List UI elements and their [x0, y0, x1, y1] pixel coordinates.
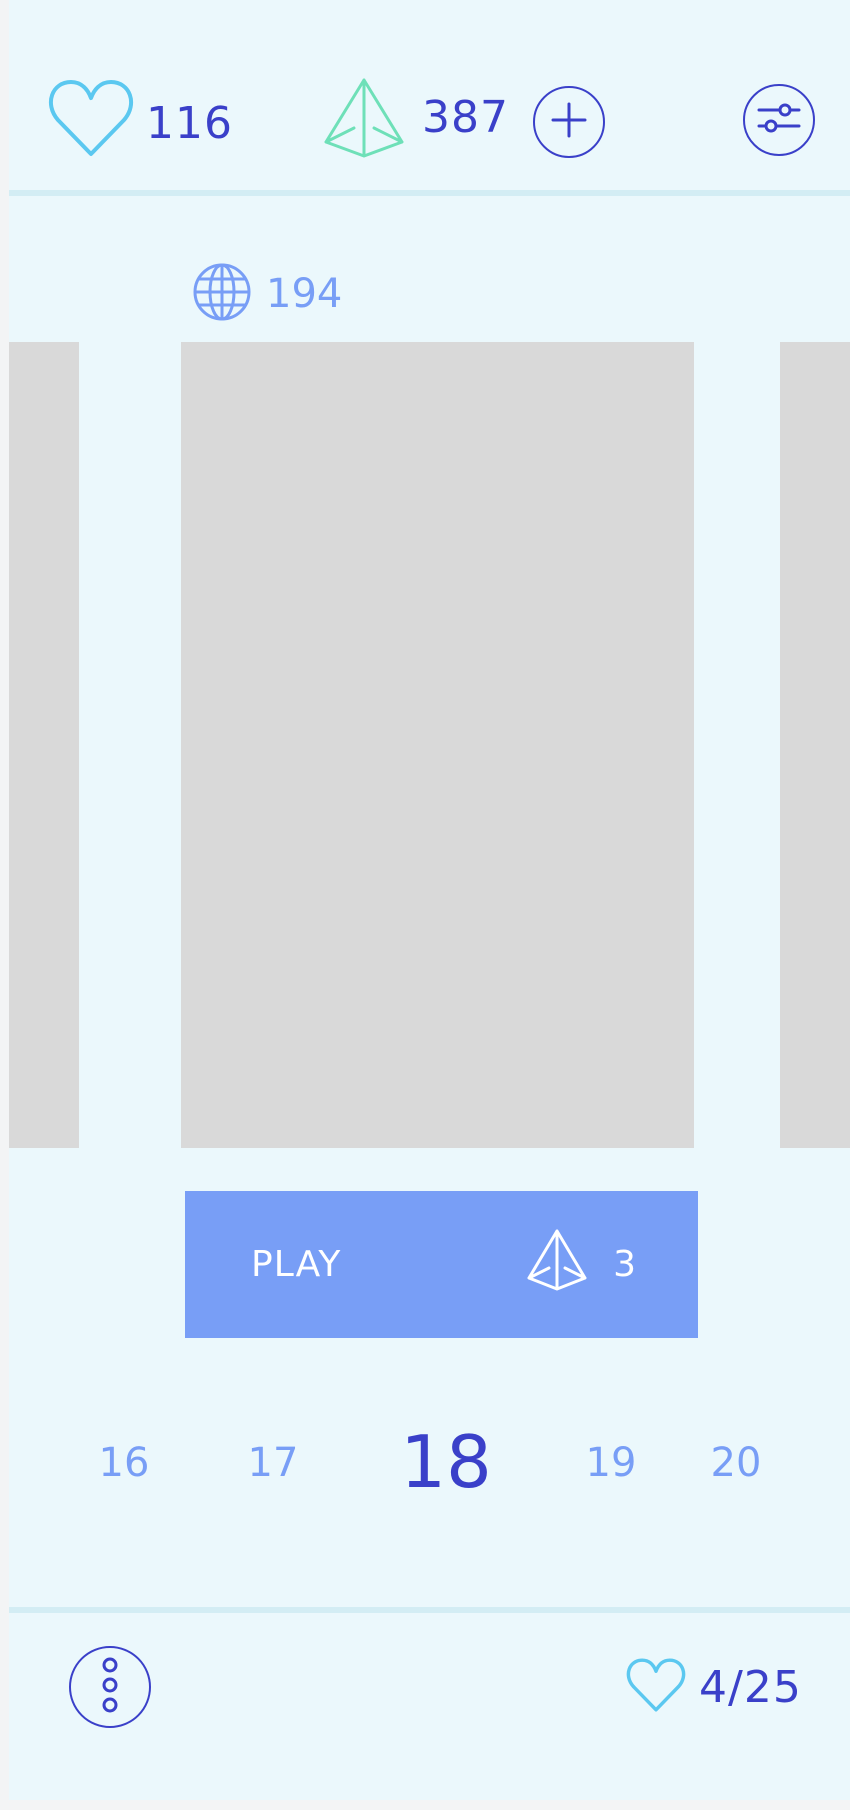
more-vertical-icon	[98, 1655, 122, 1719]
play-button[interactable]: PLAY 3	[185, 1191, 698, 1338]
gems-count: 387	[422, 91, 509, 143]
play-cost: 3	[525, 1228, 636, 1301]
sliders-icon	[755, 98, 803, 142]
lives-progress: 4/25	[625, 1656, 802, 1718]
level-card-previous[interactable]	[9, 342, 79, 1148]
online-count: 194	[266, 271, 343, 317]
lives-count: 116	[146, 97, 233, 149]
level-card-next[interactable]	[780, 342, 850, 1148]
add-gems-button[interactable]	[533, 86, 605, 158]
heart-outline-icon	[46, 76, 136, 164]
lives-progress-value: 4/25	[699, 1661, 802, 1713]
footer-divider	[9, 1607, 850, 1613]
pyramid-icon	[320, 76, 408, 164]
level-card-current[interactable]	[181, 342, 694, 1148]
heart-outline-icon	[625, 1656, 687, 1718]
online-players: 194	[192, 262, 342, 326]
gems-counter: 387	[320, 76, 509, 164]
level-number[interactable]: 20	[711, 1440, 762, 1486]
lives-counter: 116	[46, 76, 233, 164]
top-bar: 116 387	[9, 0, 850, 192]
play-label: PLAY	[251, 1244, 342, 1285]
level-number[interactable]: 19	[586, 1440, 637, 1486]
header-divider	[9, 190, 850, 196]
settings-button[interactable]	[743, 84, 815, 156]
pyramid-icon	[525, 1228, 589, 1301]
level-number[interactable]: 16	[99, 1440, 150, 1486]
level-number-current[interactable]: 18	[400, 1420, 492, 1504]
level-selector: 16 17 18 19 20	[9, 1420, 850, 1510]
menu-button[interactable]	[69, 1646, 151, 1728]
globe-icon	[192, 262, 252, 326]
game-screen: 116 387 194 PLAY 3 16 17 18 19 20 4/25	[9, 0, 850, 1800]
level-number[interactable]: 17	[248, 1440, 299, 1486]
play-cost-value: 3	[613, 1244, 636, 1285]
plus-icon	[549, 100, 589, 144]
